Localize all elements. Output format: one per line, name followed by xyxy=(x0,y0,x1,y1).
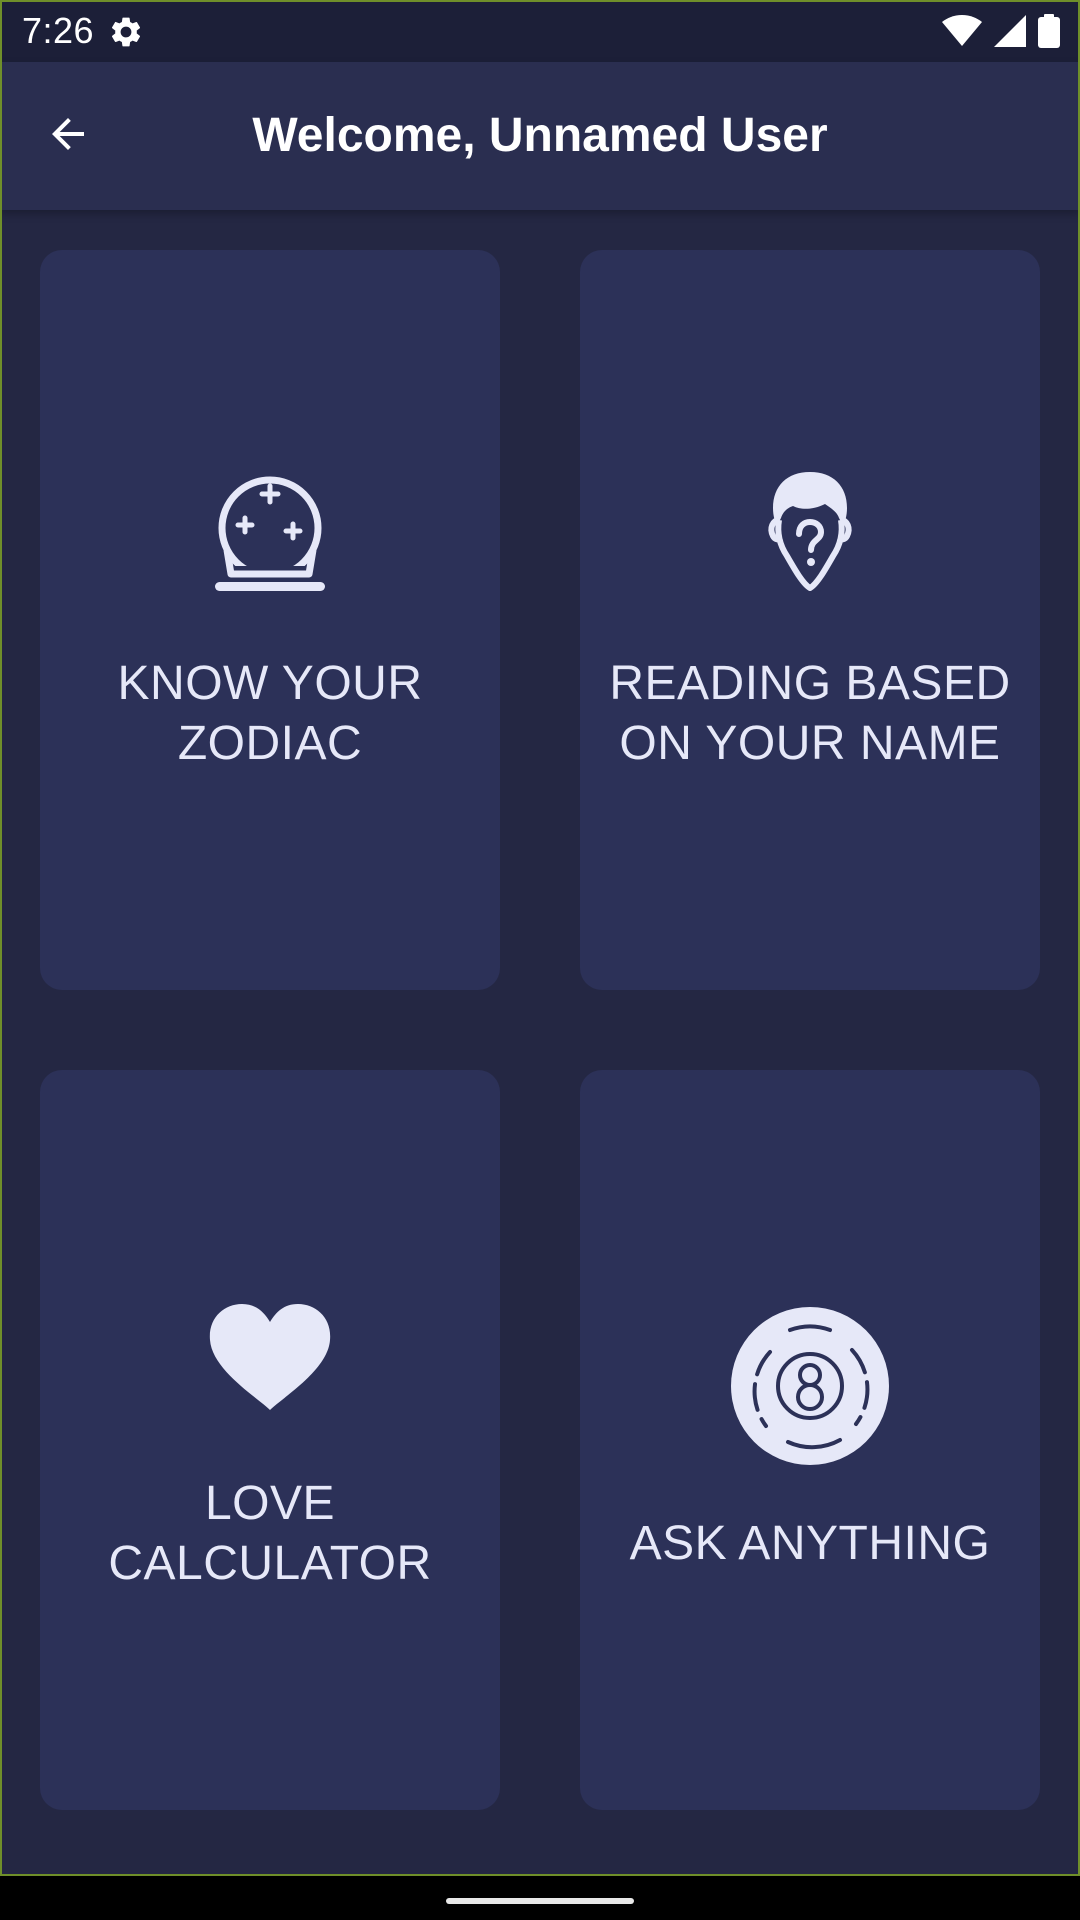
question-face-icon xyxy=(580,470,1040,594)
card-label: LOVE CALCULATOR xyxy=(108,1477,432,1590)
cell-signal-icon xyxy=(994,15,1026,47)
status-bar: 7:26 xyxy=(0,0,1080,62)
card-label: READING BASED ON YOUR NAME xyxy=(609,657,1011,770)
status-icons xyxy=(942,12,1060,50)
screen: 7:26 Welcome, Unnamed User KNOW YOUR ZOD… xyxy=(0,0,1080,1920)
crystal-ball-icon xyxy=(40,470,500,594)
card-ask-anything[interactable]: ASK ANYTHING xyxy=(580,1070,1040,1810)
card-label: ASK ANYTHING xyxy=(629,1517,991,1570)
battery-icon xyxy=(1038,14,1060,48)
wifi-icon xyxy=(942,15,982,47)
card-love-calculator[interactable]: LOVE CALCULATOR xyxy=(40,1070,500,1810)
navigation-bar xyxy=(0,1876,1080,1920)
card-reading-based-on-your-name[interactable]: READING BASED ON YOUR NAME xyxy=(580,250,1040,990)
card-label: KNOW YOUR ZODIAC xyxy=(117,657,423,770)
magic-8-ball-icon xyxy=(580,1306,1040,1466)
app-bar: Welcome, Unnamed User xyxy=(0,62,1080,210)
card-know-your-zodiac[interactable]: KNOW YOUR ZODIAC xyxy=(40,250,500,990)
page-title: Welcome, Unnamed User xyxy=(252,109,828,162)
home-gesture-handle[interactable] xyxy=(446,1898,634,1904)
settings-gear-icon xyxy=(108,14,144,50)
status-time: 7:26 xyxy=(22,10,95,51)
heart-icon xyxy=(40,1304,500,1412)
